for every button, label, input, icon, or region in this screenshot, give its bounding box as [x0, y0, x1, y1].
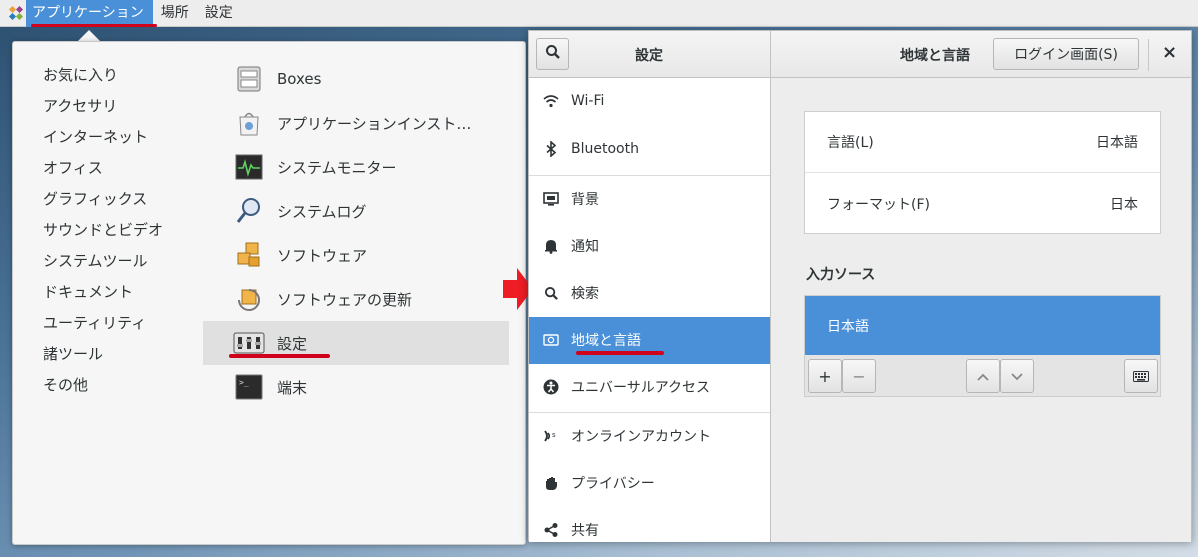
terminal-icon: >_ — [233, 371, 265, 403]
app-software[interactable]: ソフトウェア — [203, 233, 509, 277]
chevron-down-icon — [1010, 367, 1024, 386]
svg-text:s: s — [552, 431, 556, 439]
page-title: 地域と言語 — [900, 48, 970, 64]
remove-input-button[interactable]: − — [842, 359, 876, 393]
app-terminal[interactable]: >_ 端末 — [203, 365, 509, 409]
system-log-icon — [233, 195, 265, 227]
bluetooth-icon — [542, 140, 560, 158]
app-boxes[interactable]: Boxes — [203, 57, 509, 101]
category-favorites[interactable]: お気に入り — [43, 64, 118, 85]
system-monitor-icon — [233, 151, 265, 183]
category-sound-video[interactable]: サウンドとビデオ — [43, 219, 163, 240]
language-row[interactable]: 言語(L) 日本語 — [805, 112, 1160, 173]
wifi-icon — [542, 92, 560, 110]
input-sources-card: 日本語 + − — [804, 295, 1161, 397]
boxes-icon — [233, 63, 265, 95]
sidebar-item-sharing[interactable]: 共有 — [529, 507, 770, 542]
category-other[interactable]: その他 — [43, 374, 88, 395]
applications-popup: お気に入り アクセサリ インターネット オフィス グラフィックス サウンドとビデ… — [12, 41, 526, 545]
format-value: 日本 — [1110, 196, 1138, 213]
app-system-log[interactable]: システムログ — [203, 189, 509, 233]
language-format-card: 言語(L) 日本語 フォーマット(F) 日本 — [804, 111, 1161, 234]
distro-logo-icon — [6, 3, 26, 23]
category-system-tools[interactable]: システムツール — [43, 250, 148, 271]
sidebar-header: 設定 — [529, 31, 771, 78]
format-row[interactable]: フォーマット(F) 日本 — [805, 173, 1160, 234]
background-icon — [542, 190, 560, 208]
region-language-panel: 言語(L) 日本語 フォーマット(F) 日本 入力ソース 日本語 + − — [771, 78, 1191, 542]
places-menu[interactable]: 場所 — [153, 0, 197, 27]
region-icon — [542, 331, 560, 349]
annotation-underline — [229, 354, 330, 358]
settings-window: 設定 地域と言語 ログイン画面(S) × Wi-Fi Bluetooth 背景 — [528, 30, 1192, 542]
svg-text:>_: >_ — [239, 378, 249, 387]
close-icon[interactable]: × — [1162, 42, 1177, 63]
sidebar-item-region-language[interactable]: 地域と言語 — [529, 317, 770, 364]
bell-icon — [542, 237, 560, 255]
page-header: 地域と言語 ログイン画面(S) × — [771, 31, 1191, 78]
software-update-icon — [233, 283, 265, 315]
category-office[interactable]: オフィス — [43, 157, 103, 178]
app-settings[interactable]: 設定 — [203, 321, 509, 365]
move-down-button[interactable] — [1000, 359, 1034, 393]
add-input-button[interactable]: + — [808, 359, 842, 393]
annotation-underline — [31, 24, 157, 27]
sidebar-item-notifications[interactable]: 通知 — [529, 223, 770, 270]
keyboard-layout-button[interactable] — [1124, 359, 1158, 393]
hand-icon — [542, 474, 560, 492]
category-documents[interactable]: ドキュメント — [43, 281, 133, 302]
sidebar-item-background[interactable]: 背景 — [529, 176, 770, 223]
search-icon — [542, 284, 560, 302]
settings-sidebar: Wi-Fi Bluetooth 背景 通知 検索 地域と言語 ユニバーサルアクセ… — [529, 78, 771, 542]
move-up-button[interactable] — [966, 359, 1000, 393]
header-separator — [1148, 39, 1149, 71]
share-icon — [542, 521, 560, 539]
app-installer-icon — [233, 107, 265, 139]
keyboard-icon — [1133, 367, 1149, 386]
applications-menu[interactable]: アプリケーション — [26, 0, 153, 27]
category-misc-tools[interactable]: 諸ツール — [43, 343, 103, 364]
input-sources-heading: 入力ソース — [806, 267, 876, 283]
chevron-up-icon — [976, 367, 990, 386]
sidebar-item-search[interactable]: 検索 — [529, 270, 770, 317]
language-label: 言語(L) — [827, 135, 874, 151]
sidebar-item-bluetooth[interactable]: Bluetooth — [529, 126, 770, 173]
category-internet[interactable]: インターネット — [43, 126, 148, 147]
accessibility-icon — [542, 378, 560, 396]
sidebar-item-online-accounts[interactable]: s オンラインアカウント — [529, 413, 770, 460]
search-button[interactable] — [536, 38, 569, 70]
software-icon — [233, 239, 265, 271]
online-accounts-icon: s — [542, 427, 560, 445]
sidebar-title: 設定 — [635, 48, 663, 64]
format-label: フォーマット(F) — [827, 196, 930, 213]
app-software-update[interactable]: ソフトウェアの更新 — [203, 277, 509, 321]
sidebar-item-privacy[interactable]: プライバシー — [529, 460, 770, 507]
sidebar-item-wifi[interactable]: Wi-Fi — [529, 78, 770, 125]
top-bar: アプリケーション 場所 設定 — [0, 0, 1198, 27]
input-source-item[interactable]: 日本語 — [805, 296, 1160, 355]
sidebar-item-universal-access[interactable]: ユニバーサルアクセス — [529, 364, 770, 411]
app-installer[interactable]: アプリケーションインスト… — [203, 101, 509, 145]
category-graphics[interactable]: グラフィックス — [43, 188, 147, 209]
settings-menu[interactable]: 設定 — [197, 0, 241, 27]
app-system-monitor[interactable]: システムモニター — [203, 145, 509, 189]
login-screen-button[interactable]: ログイン画面(S) — [993, 38, 1139, 70]
search-icon — [545, 44, 561, 64]
annotation-underline — [576, 351, 664, 355]
category-accessories[interactable]: アクセサリ — [43, 95, 117, 116]
category-utilities[interactable]: ユーティリティ — [43, 312, 146, 333]
language-value: 日本語 — [1096, 135, 1138, 151]
